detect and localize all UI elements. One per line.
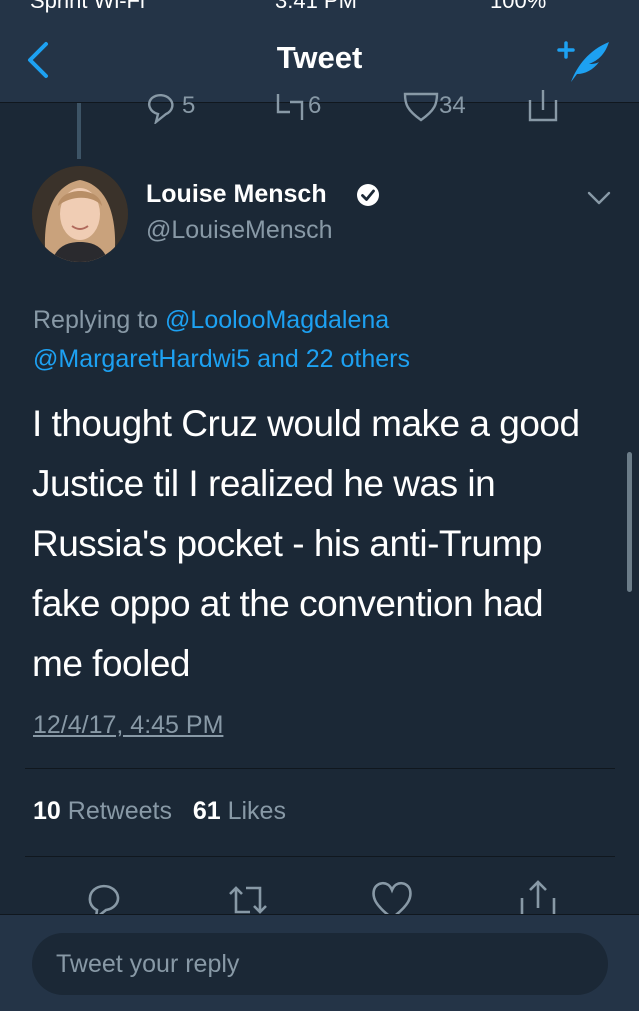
tweet-timestamp[interactable]: 12/4/17, 4:45 PM — [33, 711, 223, 740]
like-button[interactable] — [370, 878, 414, 914]
like-icon — [372, 881, 412, 914]
replying-to-line-2: @MargaretHardwi5 and 22 others — [33, 345, 410, 374]
replying-to-label: Replying to — [33, 306, 159, 334]
avatar[interactable] — [32, 166, 128, 262]
reply-icon — [148, 94, 174, 124]
caret-down-icon — [587, 191, 611, 205]
previous-reply-count: 5 — [182, 92, 196, 119]
tweet-options-button[interactable] — [586, 188, 612, 208]
divider — [25, 856, 615, 857]
retweets-label: Retweets — [67, 797, 172, 825]
retweet-icon — [229, 886, 267, 914]
share-button[interactable] — [516, 878, 560, 914]
previous-tweet-actions: 5 6 34 — [0, 90, 639, 124]
like-icon — [403, 92, 439, 122]
likes-label: Likes — [227, 797, 286, 825]
author-handle[interactable]: @LouiseMensch — [146, 216, 333, 245]
clock-label: 3:41 PM — [275, 0, 357, 13]
retweets-stat[interactable]: 10 Retweets — [33, 797, 172, 825]
carrier-label: Sprint Wi-Fi — [30, 0, 145, 13]
retweet-button[interactable] — [226, 878, 270, 914]
reply-input[interactable] — [32, 933, 608, 995]
reply-joiner[interactable]: and — [257, 345, 299, 373]
retweets-count: 10 — [33, 797, 61, 825]
thread-connector-line — [77, 103, 81, 159]
mention-link-margaretHardwi5[interactable]: @MargaretHardwi5 — [33, 345, 250, 373]
author-name[interactable]: Louise Mensch — [146, 180, 327, 209]
status-bar: Sprint Wi-Fi 3:41 PM 100% — [0, 0, 639, 14]
retweet-icon — [276, 94, 304, 120]
previous-like-count: 34 — [439, 92, 466, 119]
avatar-portrait — [32, 166, 128, 262]
share-icon — [528, 90, 558, 122]
scrollbar[interactable] — [627, 452, 632, 592]
compose-button[interactable] — [555, 36, 615, 86]
share-icon — [520, 880, 556, 914]
mention-link-loolooMagdalena[interactable]: @LoolooMagdalena — [165, 306, 389, 334]
reply-icon — [88, 884, 120, 914]
divider — [25, 768, 615, 769]
page-title: Tweet — [276, 40, 363, 75]
reply-composer — [0, 914, 639, 1011]
tweet-action-bar — [0, 878, 639, 914]
replying-to-line-1: Replying to @LoolooMagdalena — [33, 306, 389, 335]
compose-quill-icon — [557, 41, 609, 82]
tweet-text: I thought Cruz would make a good Justice… — [32, 403, 580, 684]
likes-stat[interactable]: 61 Likes — [193, 797, 286, 825]
verified-badge-icon — [357, 184, 379, 206]
others-link[interactable]: 22 others — [306, 345, 410, 373]
reply-button[interactable] — [82, 878, 126, 914]
battery-label: 100% — [490, 0, 547, 13]
engagement-stats: 10 Retweets 61 Likes — [33, 797, 286, 826]
previous-retweet-count: 6 — [308, 92, 322, 119]
likes-count: 61 — [192, 797, 221, 825]
